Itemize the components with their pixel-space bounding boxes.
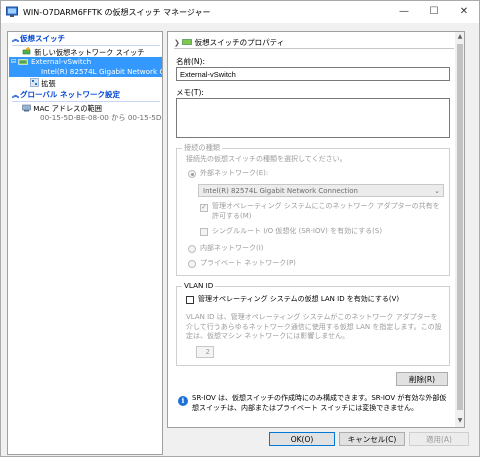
- notes-textarea[interactable]: [176, 98, 450, 138]
- minimize-button[interactable]: —: [389, 1, 419, 23]
- scroll-up-icon[interactable]: ▲: [455, 32, 464, 42]
- section-global-network[interactable]: ︽グローバル ネットワーク設定: [8, 89, 162, 101]
- virtual-switch-manager-window: WIN-O7DARM6FFTK の仮想スイッチ マネージャー — ☐ ✕ ︽仮想…: [0, 0, 480, 457]
- properties-pane: ❯ 仮想スイッチのプロパティ 名前(N): メモ(T): 接続の種類 接続先の仮…: [167, 31, 465, 428]
- vlan-title: VLAN ID: [182, 281, 216, 290]
- section-divider: [12, 101, 160, 102]
- properties-header: ❯ 仮想スイッチのプロパティ: [174, 38, 285, 47]
- name-label: 名前(N):: [176, 57, 205, 66]
- network-adapter-icon: [22, 104, 31, 112]
- chevron-up-icon: ︽: [12, 91, 19, 99]
- vlan-enable-checkbox[interactable]: [186, 296, 194, 304]
- sriov-info-text: SR-IOV は、仮想スイッチの作成時にのみ構成できます。SR-IOV が有効な…: [192, 394, 447, 412]
- internal-network-label: 内部ネットワーク(I): [200, 244, 264, 252]
- private-network-radio[interactable]: [188, 260, 196, 268]
- collapse-icon: ⊟: [11, 58, 17, 65]
- section-virtual-switches[interactable]: ︽仮想スイッチ: [8, 33, 162, 45]
- enable-sriov-checkbox[interactable]: [200, 228, 208, 236]
- navigation-pane: ︽仮想スイッチ 新しい仮想ネットワーク スイッチ ⊟ External-vSwi…: [7, 31, 163, 455]
- network-switch-icon: [18, 59, 28, 65]
- info-icon: i: [178, 396, 188, 406]
- app-icon: [6, 6, 18, 17]
- allow-mgmt-os-label: 管理オペレーティング システムにこのネットワーク アダプターの共有を許可する(M…: [212, 202, 440, 220]
- remove-button[interactable]: 削除(R): [396, 372, 448, 386]
- title-bar[interactable]: WIN-O7DARM6FFTK の仮想スイッチ マネージャー — ☐ ✕: [1, 1, 479, 23]
- extensions-item[interactable]: 拡張: [30, 78, 56, 89]
- section-divider: [12, 45, 160, 46]
- ok-button[interactable]: OK(O): [269, 432, 335, 446]
- apply-button[interactable]: 適用(A): [409, 432, 469, 446]
- vertical-scrollbar[interactable]: ▲ ▼: [455, 32, 464, 427]
- switch-adapter: Intel(R) 82574L Gigabit Network C...: [41, 67, 163, 76]
- mac-range-value: 00-15-5D-BE-08-00 から 00-15-5D-...: [40, 113, 163, 122]
- connection-type-title: 接続の種類: [182, 143, 222, 153]
- vlan-enable-label: 管理オペレーティング システムの仮想 LAN ID を有効にする(V): [198, 295, 400, 303]
- chevron-down-icon: ⌄: [434, 187, 440, 195]
- chevron-right-icon: ❯: [174, 39, 180, 47]
- switch-name: External-vSwitch: [31, 57, 92, 66]
- new-switch-icon: [22, 47, 31, 55]
- network-adapter-dropdown[interactable]: Intel(R) 82574L Gigabit Network Connecti…: [198, 184, 444, 197]
- switch-item-external[interactable]: ⊟ External-vSwitch Intel(R) 82574L Gigab…: [9, 57, 162, 77]
- scroll-thumb[interactable]: [457, 44, 463, 410]
- enable-sriov-label: シングルルート I/O 仮想化 (SR-IOV) を有効にする(S): [212, 227, 383, 235]
- window-title: WIN-O7DARM6FFTK の仮想スイッチ マネージャー: [23, 8, 211, 17]
- external-network-radio[interactable]: [188, 170, 196, 178]
- maximize-button[interactable]: ☐: [419, 1, 449, 23]
- vlan-id-stepper[interactable]: 2: [196, 346, 214, 358]
- private-network-label: プライベート ネットワーク(P): [200, 259, 296, 267]
- header-divider: [174, 48, 454, 49]
- chevron-up-icon: ︽: [12, 35, 19, 43]
- vlan-description: VLAN ID は、管理オペレーティング システムがこのネットワーク アダプター…: [186, 313, 442, 340]
- name-input[interactable]: [176, 67, 450, 81]
- external-network-label: 外部ネットワーク(E):: [200, 169, 269, 177]
- notes-label: メモ(T):: [176, 88, 204, 97]
- network-switch-icon: [182, 39, 193, 45]
- connection-type-description: 接続先の仮想スイッチの種類を選択してください。: [186, 155, 347, 163]
- scroll-down-icon[interactable]: ▼: [455, 416, 464, 426]
- allow-mgmt-os-checkbox[interactable]: [200, 203, 208, 212]
- extensions-icon: [30, 78, 39, 87]
- internal-network-radio[interactable]: [188, 245, 196, 253]
- close-button[interactable]: ✕: [449, 1, 479, 23]
- cancel-button[interactable]: キャンセル(C): [339, 432, 405, 446]
